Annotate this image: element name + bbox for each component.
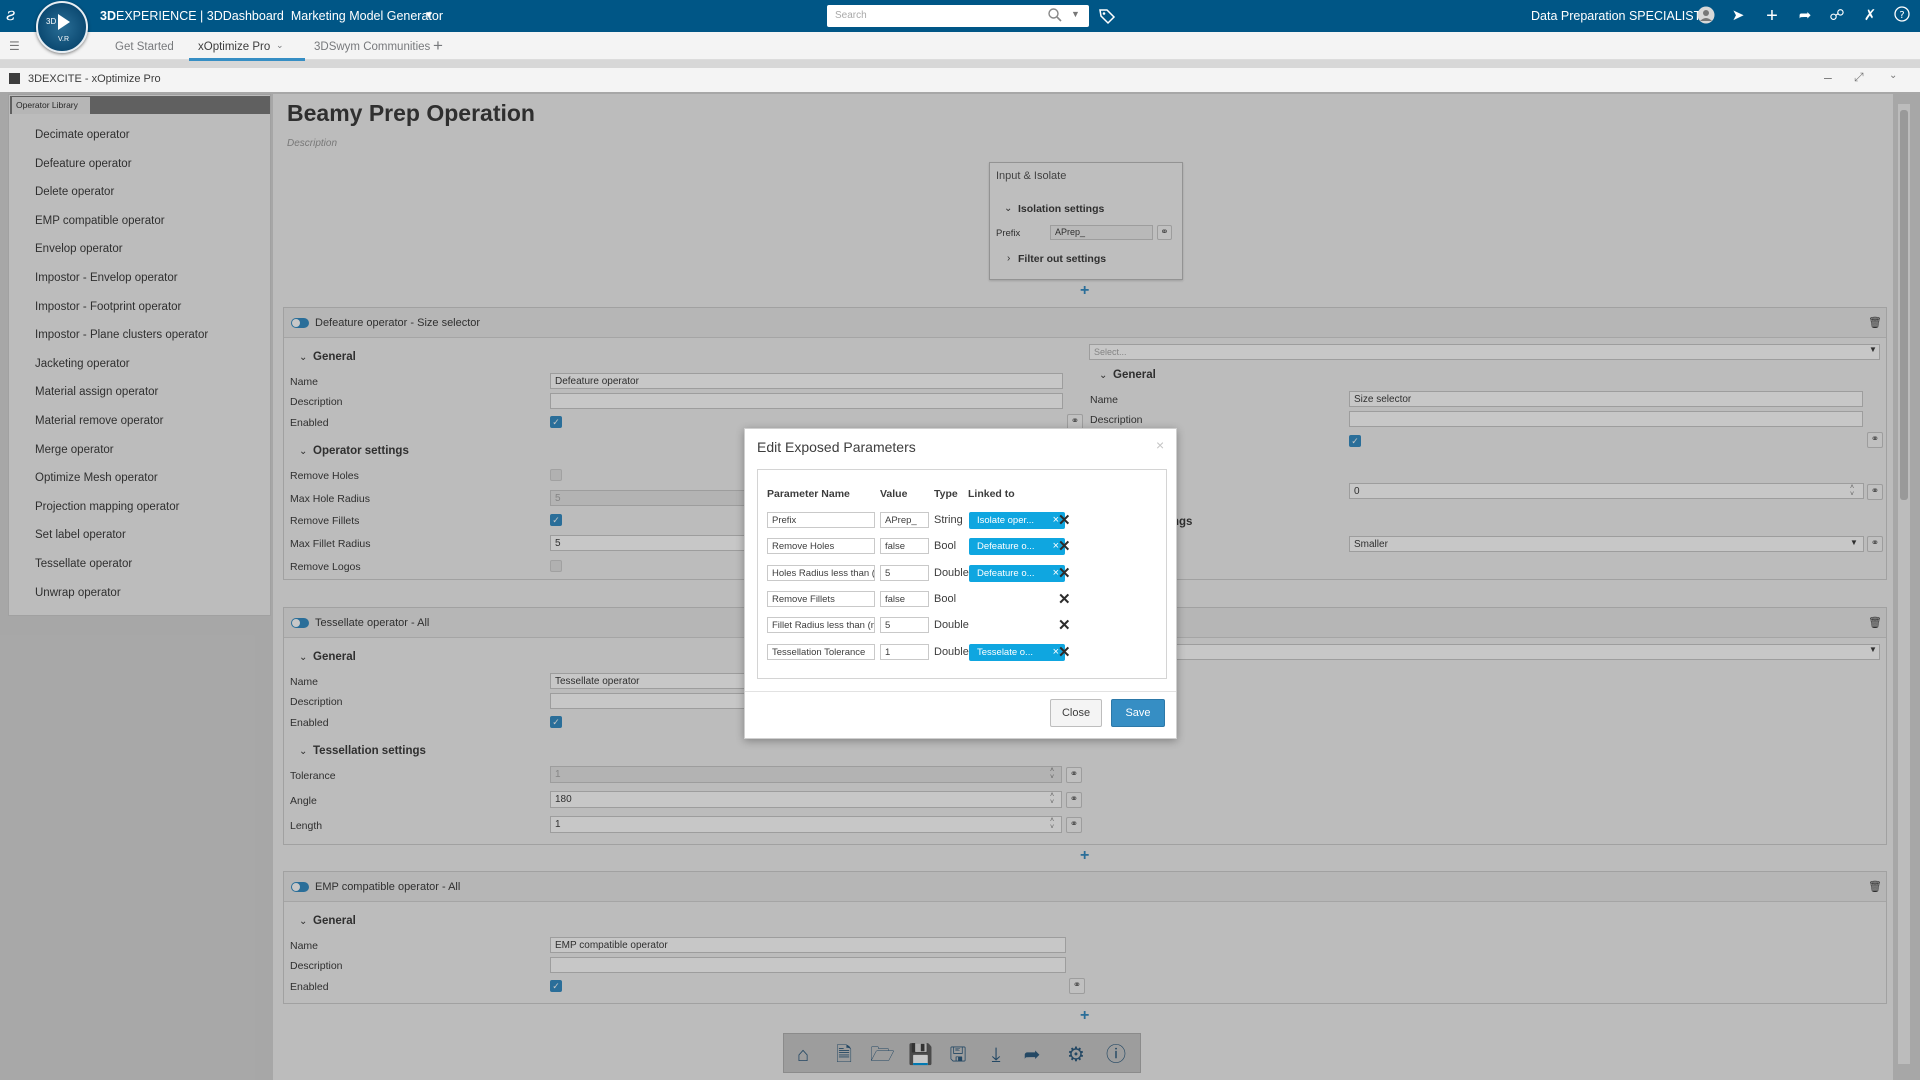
remove-parameter-icon[interactable]: ✕ — [1058, 590, 1071, 608]
menu-icon[interactable]: ☰ — [9, 39, 20, 53]
remove-parameter-icon[interactable]: ✕ — [1058, 616, 1071, 634]
compass-icon[interactable]: 3D V.R — [36, 1, 88, 53]
share-icon[interactable]: ➦ — [1795, 6, 1815, 26]
parameter-value-input[interactable]: false — [880, 590, 929, 607]
tag-icon[interactable] — [1098, 7, 1116, 25]
dialog-divider — [745, 691, 1176, 692]
compass-3d-icon: 3D — [46, 17, 57, 26]
parameter-value-input[interactable]: false — [880, 538, 929, 555]
parameter-type: Double — [934, 619, 969, 632]
brand-title: 3DEXPERIENCE | 3DDashboard Marketing Mod… — [100, 9, 443, 23]
header-type: Type — [934, 488, 958, 500]
brand-3d: 3D — [100, 9, 116, 23]
linked-chip[interactable]: Tesselate o... × — [969, 643, 1065, 661]
parameter-type: Bool — [934, 540, 957, 553]
avatar[interactable] — [1696, 6, 1716, 26]
add-tab-icon[interactable]: + — [433, 36, 443, 56]
tools-icon[interactable]: ✗ — [1860, 6, 1880, 26]
chevron-down-icon[interactable]: ⌄ — [276, 40, 284, 51]
remove-parameter-icon[interactable]: ✕ — [1058, 643, 1071, 661]
linked-chip-label: Defeature o... — [977, 541, 1035, 553]
network-icon[interactable]: ☍ — [1827, 6, 1847, 26]
help-icon[interactable]: ? — [1892, 6, 1912, 26]
parameter-value-input[interactable]: 5 — [880, 617, 929, 634]
chevron-down-icon[interactable]: ▼ — [424, 10, 434, 21]
linked-chip[interactable]: Isolate oper... × — [969, 512, 1065, 529]
parameters-table: Parameter Name Value Type Linked to Pref… — [757, 469, 1167, 679]
close-button[interactable]: Close — [1050, 699, 1102, 727]
parameter-name-input[interactable]: Holes Radius less than (mm) — [767, 564, 875, 581]
linked-chip[interactable]: Defeature o... × — [969, 538, 1065, 556]
save-button[interactable]: Save — [1111, 699, 1165, 727]
search-placeholder: Search — [835, 10, 867, 21]
header-parameter-name: Parameter Name — [767, 488, 850, 500]
active-tab-indicator — [189, 58, 305, 61]
linked-chip-label: Tesselate o... — [977, 646, 1033, 658]
chevron-down-icon[interactable]: ▼ — [1071, 9, 1080, 19]
dialog-title: Edit Exposed Parameters — [757, 439, 916, 455]
tab-xoptimize-pro[interactable]: xOptimize Pro — [198, 41, 270, 53]
linked-chip[interactable]: Defeature o... × — [969, 564, 1065, 582]
close-icon[interactable]: × — [1156, 437, 1164, 453]
tab-get-started[interactable]: Get Started — [115, 41, 174, 53]
app-name[interactable]: Marketing Model Generator — [291, 9, 443, 23]
parameter-type: Double — [934, 566, 969, 579]
parameter-name-input[interactable]: Tessellation Tolerance — [767, 643, 875, 660]
parameter-type: Bool — [934, 592, 957, 605]
parameter-value-input[interactable]: 5 — [880, 564, 929, 581]
parameter-name-input[interactable]: Prefix — [767, 512, 875, 528]
parameter-type: String — [934, 514, 963, 526]
parameter-name-input[interactable]: Fillet Radius less than (mm) — [767, 617, 875, 634]
svg-text:?: ? — [1899, 10, 1904, 21]
parameter-value-input[interactable]: APrep_ — [880, 512, 929, 528]
linked-chip-label: Defeature o... — [977, 567, 1035, 579]
header-linked-to: Linked to — [968, 488, 1015, 500]
parameter-name-input[interactable]: Remove Holes — [767, 538, 875, 555]
linked-chip-label: Isolate oper... — [977, 515, 1035, 526]
widget-header — [0, 68, 1920, 92]
parameter-value-input[interactable]: 1 — [880, 643, 929, 660]
tab-bar — [0, 32, 1920, 60]
remove-parameter-icon[interactable]: ✕ — [1058, 537, 1071, 555]
chevron-down-icon[interactable]: ⌄ — [1889, 70, 1897, 81]
search-input[interactable]: Search ▼ — [827, 5, 1089, 27]
remove-parameter-icon[interactable]: ✕ — [1058, 511, 1071, 529]
edit-exposed-parameters-dialog: Edit Exposed Parameters × Parameter Name… — [744, 428, 1177, 739]
tab-3dswym-communities[interactable]: 3DSwym Communities — [314, 41, 430, 53]
remove-parameter-icon[interactable]: ✕ — [1058, 564, 1071, 582]
header-value: Value — [880, 488, 908, 500]
user-role[interactable]: Data Preparation SPECIALIST — [1531, 9, 1701, 23]
3ds-logo-icon: ƨ — [6, 4, 16, 25]
widget-title: 3DEXCITE - xOptimize Pro — [28, 73, 161, 85]
minimize-icon[interactable]: – — [1824, 69, 1832, 85]
add-icon[interactable]: + — [1762, 6, 1782, 26]
compass-play-icon — [58, 14, 70, 30]
search-icon[interactable] — [1047, 7, 1063, 23]
parameter-name-input[interactable]: Remove Fillets — [767, 590, 875, 607]
widget-icon — [9, 73, 20, 84]
parameter-type: Double — [934, 645, 969, 658]
compass-vr-label: V.R — [58, 36, 70, 43]
message-icon[interactable]: ➤ — [1728, 6, 1748, 26]
brand-rest: EXPERIENCE | 3DDashboard — [115, 9, 284, 23]
maximize-icon[interactable]: ⤢ — [1854, 70, 1864, 85]
